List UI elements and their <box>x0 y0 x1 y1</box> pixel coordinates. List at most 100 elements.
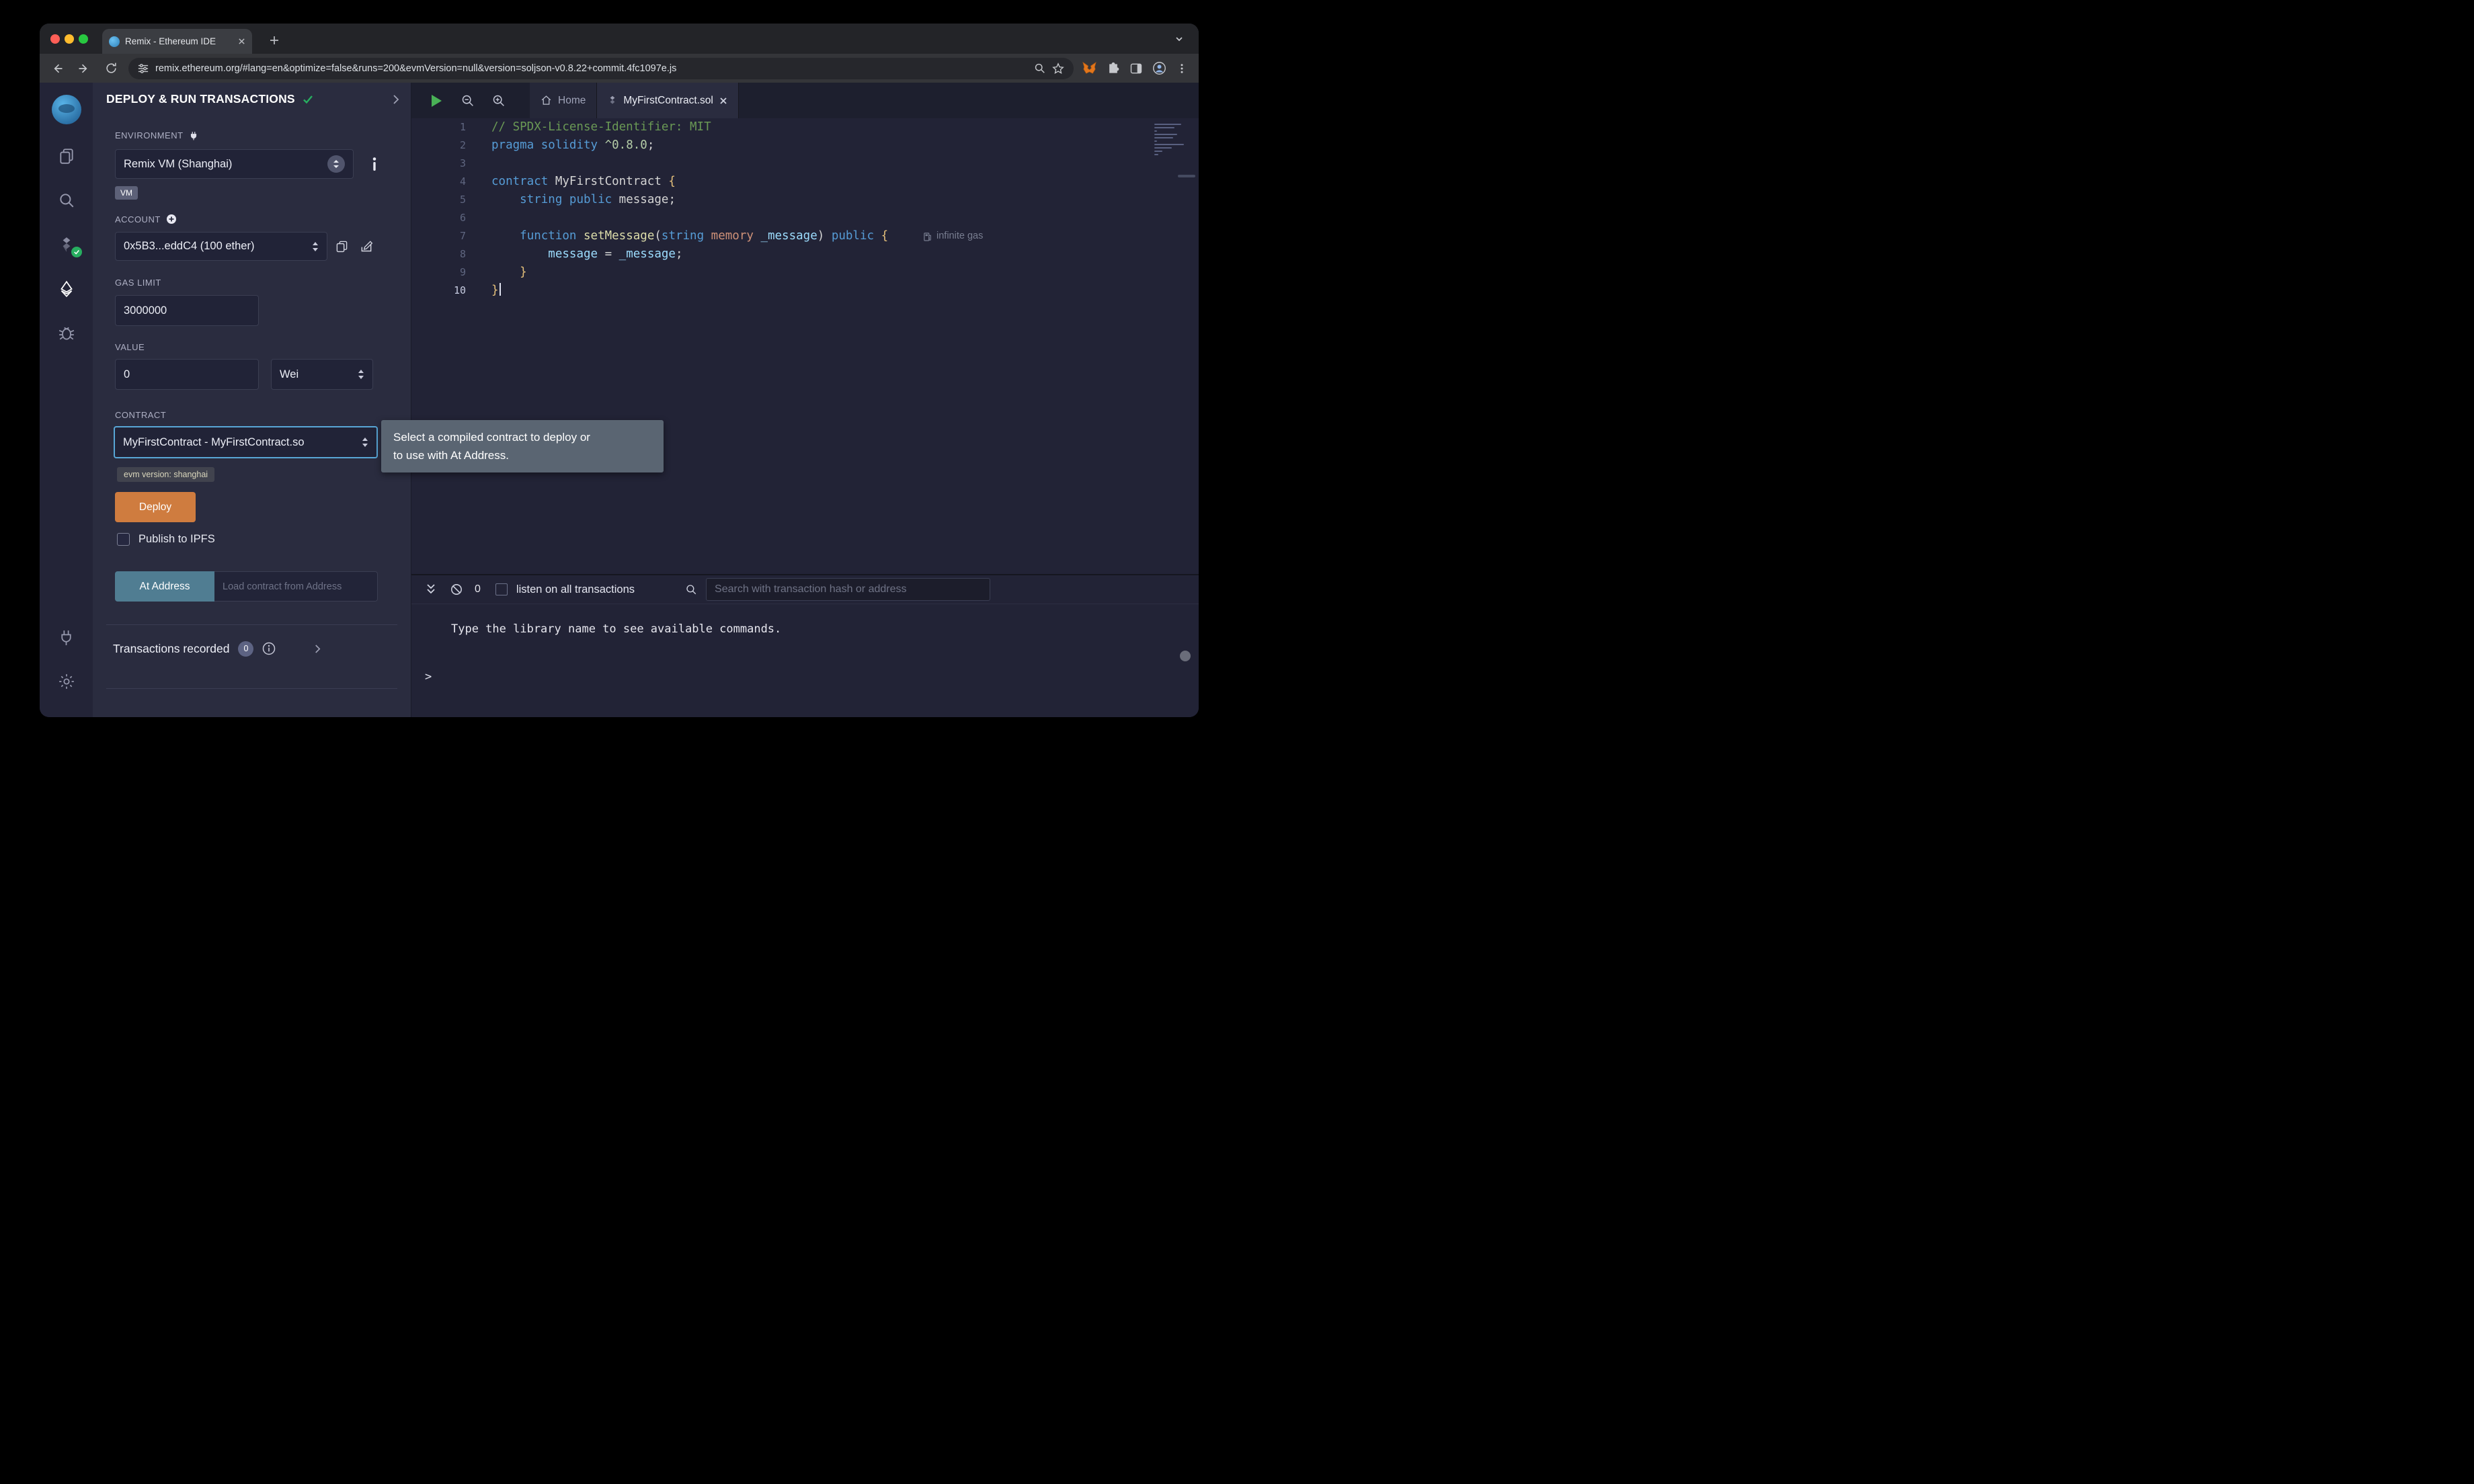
site-settings-icon[interactable] <box>138 63 149 74</box>
run-script-play-icon[interactable] <box>421 83 452 118</box>
deploy-run-panel: DEPLOY & RUN TRANSACTIONS ENVIRONMENT Re… <box>93 83 411 717</box>
tab-search-chevron-icon[interactable] <box>1169 29 1189 49</box>
zoom-out-icon[interactable] <box>452 83 483 118</box>
account-select-arrows-icon <box>312 241 319 252</box>
copy-account-icon[interactable] <box>333 238 350 254</box>
environment-cycle-icon[interactable] <box>327 155 345 173</box>
panel-divider <box>106 624 397 625</box>
publish-ipfs-checkbox[interactable] <box>117 533 130 546</box>
scrollbar-thumb[interactable] <box>1178 175 1195 177</box>
tab-home[interactable]: Home <box>530 83 597 118</box>
tooltip-line-1: Select a compiled contract to deploy or <box>393 428 651 446</box>
code-line: 7 function setMessage(string memory _mes… <box>411 227 1199 245</box>
plugin-manager-icon[interactable] <box>40 615 93 659</box>
terminal-scrollbar-dot[interactable] <box>1180 651 1191 661</box>
settings-gear-icon[interactable] <box>40 659 93 704</box>
editor-area: Home MyFirstContract.sol 1// SPDX-Licens… <box>411 83 1199 717</box>
compile-success-check-icon <box>71 247 82 257</box>
minimap[interactable] <box>1154 124 1187 155</box>
search-icon[interactable] <box>40 178 93 222</box>
side-panel-icon[interactable] <box>1129 62 1143 75</box>
gas-limit-label: GAS LIMIT <box>115 278 161 288</box>
code-line: 8 message = _message; <box>411 245 1199 263</box>
contract-select[interactable]: MyFirstContract - MyFirstContract.so <box>114 426 378 458</box>
terminal-message: Type the library name to see available c… <box>451 622 781 636</box>
tooltip-line-2: to use with At Address. <box>393 446 651 464</box>
environment-select[interactable]: Remix VM (Shanghai) <box>115 149 354 179</box>
tab-close-icon[interactable] <box>238 38 245 45</box>
file-explorer-icon[interactable] <box>40 134 93 178</box>
browser-menu-icon[interactable] <box>1176 63 1188 75</box>
evm-version-badge: evm version: shanghai <box>117 467 214 482</box>
browser-tab[interactable]: Remix - Ethereum IDE <box>102 29 252 54</box>
minimize-window-button[interactable] <box>65 34 74 44</box>
value-input[interactable] <box>115 359 259 390</box>
code-line: 1// SPDX-License-Identifier: MIT <box>411 118 1199 136</box>
fullscreen-window-button[interactable] <box>79 34 88 44</box>
url-bar[interactable]: remix.ethereum.org/#lang=en&optimize=fal… <box>128 58 1074 79</box>
value-label: VALUE <box>115 342 145 352</box>
back-icon[interactable] <box>48 59 67 78</box>
reload-icon[interactable] <box>102 59 120 78</box>
text-cursor <box>500 283 501 296</box>
tab-file-label: MyFirstContract.sol <box>623 95 713 107</box>
code-lines: 1// SPDX-License-Identifier: MIT2pragma … <box>411 118 1199 300</box>
zoom-in-icon[interactable] <box>483 83 514 118</box>
code-editor[interactable]: 1// SPDX-License-Identifier: MIT2pragma … <box>411 118 1199 574</box>
browser-toolbar: remix.ethereum.org/#lang=en&optimize=fal… <box>40 54 1199 83</box>
forward-icon[interactable] <box>75 59 93 78</box>
account-label: ACCOUNT <box>115 214 161 224</box>
environment-value: Remix VM (Shanghai) <box>124 158 322 171</box>
account-select[interactable]: 0x5B3...eddC4 (100 ether) <box>115 232 327 261</box>
close-window-button[interactable] <box>50 34 60 44</box>
terminal-clear-icon[interactable] <box>449 582 464 597</box>
editor-tab-bar: Home MyFirstContract.sol <box>411 83 1199 118</box>
solidity-compiler-icon[interactable] <box>40 222 93 267</box>
deploy-run-icon[interactable] <box>40 267 93 311</box>
add-account-plus-icon[interactable] <box>166 214 177 224</box>
transactions-info-icon[interactable] <box>262 642 276 655</box>
panel-divider-bottom <box>106 688 397 689</box>
panel-check-icon <box>302 93 314 106</box>
debugger-icon[interactable] <box>40 311 93 356</box>
deploy-button[interactable]: Deploy <box>115 492 196 522</box>
profile-avatar-icon[interactable] <box>1152 61 1166 75</box>
tab-file-close-icon[interactable] <box>719 97 727 105</box>
transactions-recorded-label: Transactions recorded <box>113 642 229 656</box>
browser-tab-strip: Remix - Ethereum IDE <box>40 24 1199 54</box>
value-unit: Wei <box>280 368 352 381</box>
plug-icon <box>189 131 198 140</box>
panel-collapse-chevron-icon[interactable] <box>392 94 400 105</box>
gas-estimate-annotation: infinite gas <box>924 227 983 245</box>
remix-favicon <box>109 36 120 47</box>
code-line: 3 <box>411 155 1199 173</box>
sign-message-icon[interactable] <box>358 238 374 254</box>
terminal-prompt[interactable]: > <box>425 670 432 684</box>
environment-info-icon[interactable] <box>367 157 382 171</box>
transactions-expand-chevron-icon[interactable] <box>314 644 321 654</box>
value-unit-select[interactable]: Wei <box>271 359 373 390</box>
gas-limit-input[interactable] <box>115 295 259 326</box>
terminal-search-input[interactable] <box>706 578 990 601</box>
contract-select-tooltip: Select a compiled contract to deploy or … <box>381 420 664 472</box>
terminal-expand-chevrons-icon[interactable] <box>424 582 438 597</box>
new-tab-button[interactable] <box>264 30 284 50</box>
remix-logo-icon[interactable] <box>52 95 81 124</box>
code-line: 9 } <box>411 263 1199 282</box>
tab-myfirstcontract[interactable]: MyFirstContract.sol <box>597 83 739 118</box>
at-address-input[interactable] <box>214 571 378 602</box>
terminal-tx-count: 0 <box>475 583 481 595</box>
zoom-icon[interactable] <box>1034 63 1045 74</box>
metamask-icon[interactable] <box>1082 60 1097 76</box>
gas-icon <box>924 232 932 241</box>
extensions-puzzle-icon[interactable] <box>1107 62 1120 75</box>
vm-badge: VM <box>115 186 138 200</box>
bookmark-star-icon[interactable] <box>1052 63 1064 75</box>
listen-transactions-checkbox[interactable] <box>495 583 508 595</box>
contract-label: CONTRACT <box>115 410 166 420</box>
at-address-button[interactable]: At Address <box>115 571 214 602</box>
tab-home-label: Home <box>558 95 586 107</box>
code-line: 6 <box>411 209 1199 227</box>
environment-label: ENVIRONMENT <box>115 130 184 140</box>
code-line: 2pragma solidity ^0.8.0; <box>411 136 1199 155</box>
